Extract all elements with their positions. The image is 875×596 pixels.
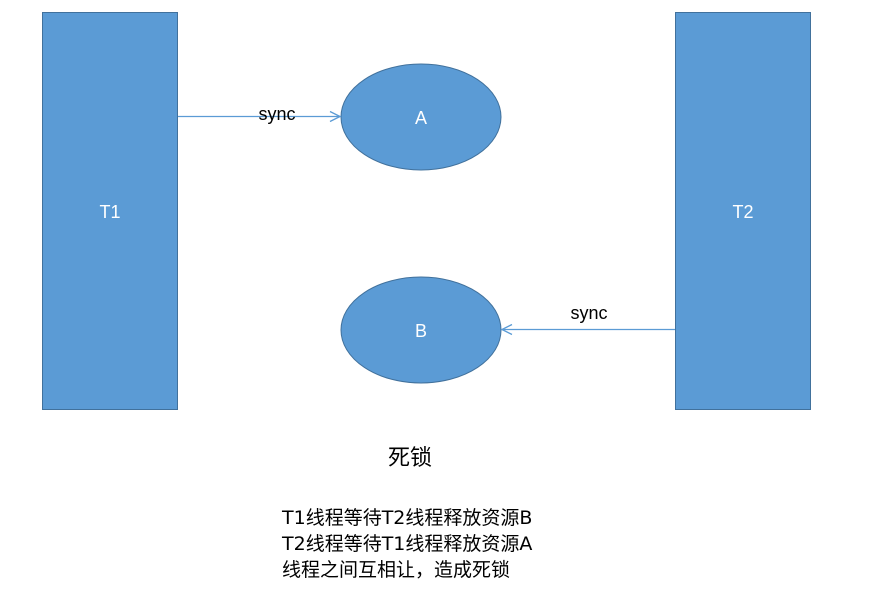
thread-t1-label: T1 [99,202,120,222]
resource-b: B [340,276,502,384]
thread-t2: T2 [675,12,811,410]
edge-t1-to-a: sync [178,104,340,124]
caption-line-1: T1线程等待T2线程释放资源B [282,507,533,529]
thread-t1: T1 [42,12,178,410]
caption-line-3: 线程之间互相让，造成死锁 [282,559,511,581]
resource-a: A [340,63,502,171]
resource-b-label: B [415,321,427,341]
caption-title: 死锁 [387,446,432,471]
caption-line-2: T2线程等待T1线程释放资源A [282,533,533,555]
edge-t2-to-b: sync [502,303,675,330]
edge-t1-to-a-label: sync [258,104,295,124]
caption-description: T1线程等待T2线程释放资源B T2线程等待T1线程释放资源A 线程之间互相让，… [282,505,532,583]
edge-t2-to-b-label: sync [570,303,607,323]
thread-t2-label: T2 [732,202,753,222]
resource-a-label: A [415,108,427,128]
